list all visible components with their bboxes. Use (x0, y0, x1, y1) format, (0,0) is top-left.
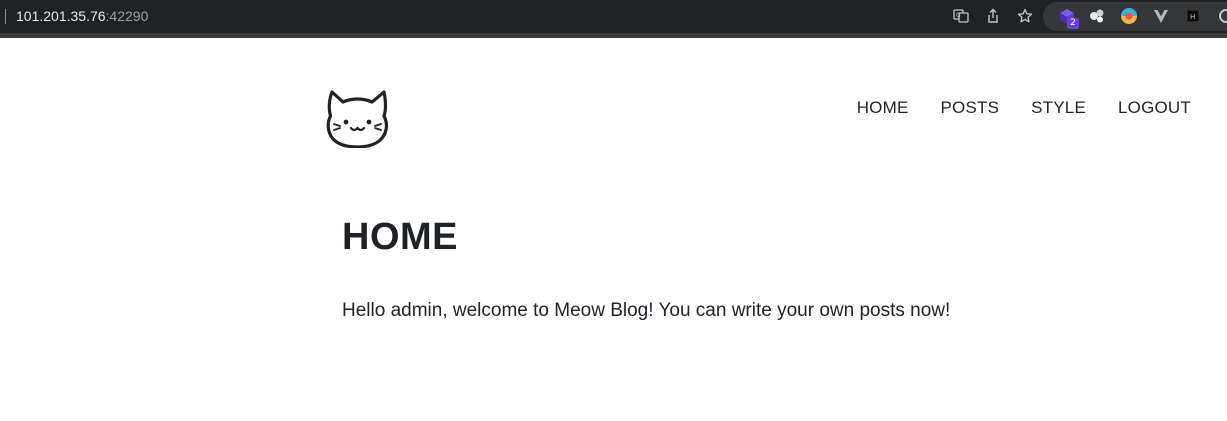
translate-icon[interactable]: G (951, 6, 971, 26)
nav-home-link[interactable]: HOME (857, 98, 909, 118)
reload-icon[interactable] (1213, 6, 1227, 26)
extension-badge: 2 (1067, 18, 1079, 29)
svg-text:G: G (956, 12, 961, 19)
page-title: HOME (342, 216, 458, 258)
colorful-extension-icon[interactable] (1119, 6, 1139, 26)
square-extension-icon[interactable]: H (1183, 6, 1203, 26)
bubbles-extension-icon[interactable] (1087, 6, 1107, 26)
browser-toolbar: 101.201.35.76:42290 G 2 H (0, 0, 1227, 33)
share-icon[interactable] (983, 6, 1003, 26)
address-bar[interactable]: 101.201.35.76:42290 (16, 8, 148, 25)
bookmark-star-icon[interactable] (1015, 6, 1035, 26)
v-extension-icon[interactable] (1151, 6, 1171, 26)
cat-logo-icon[interactable] (326, 88, 389, 149)
url-cursor (5, 9, 6, 24)
url-host: 101.201.35.76 (16, 8, 106, 24)
url-port: :42290 (105, 8, 149, 24)
welcome-message: Hello admin, welcome to Meow Blog! You c… (342, 300, 951, 321)
nav-style-link[interactable]: STYLE (1031, 98, 1086, 118)
site-header: HOME POSTS STYLE LOGOUT (0, 38, 1227, 178)
nav-posts-link[interactable]: POSTS (941, 98, 1000, 118)
nav-logout-link[interactable]: LOGOUT (1118, 98, 1191, 118)
svg-text:H: H (1190, 13, 1195, 21)
main-nav: HOME POSTS STYLE LOGOUT (857, 98, 1191, 118)
